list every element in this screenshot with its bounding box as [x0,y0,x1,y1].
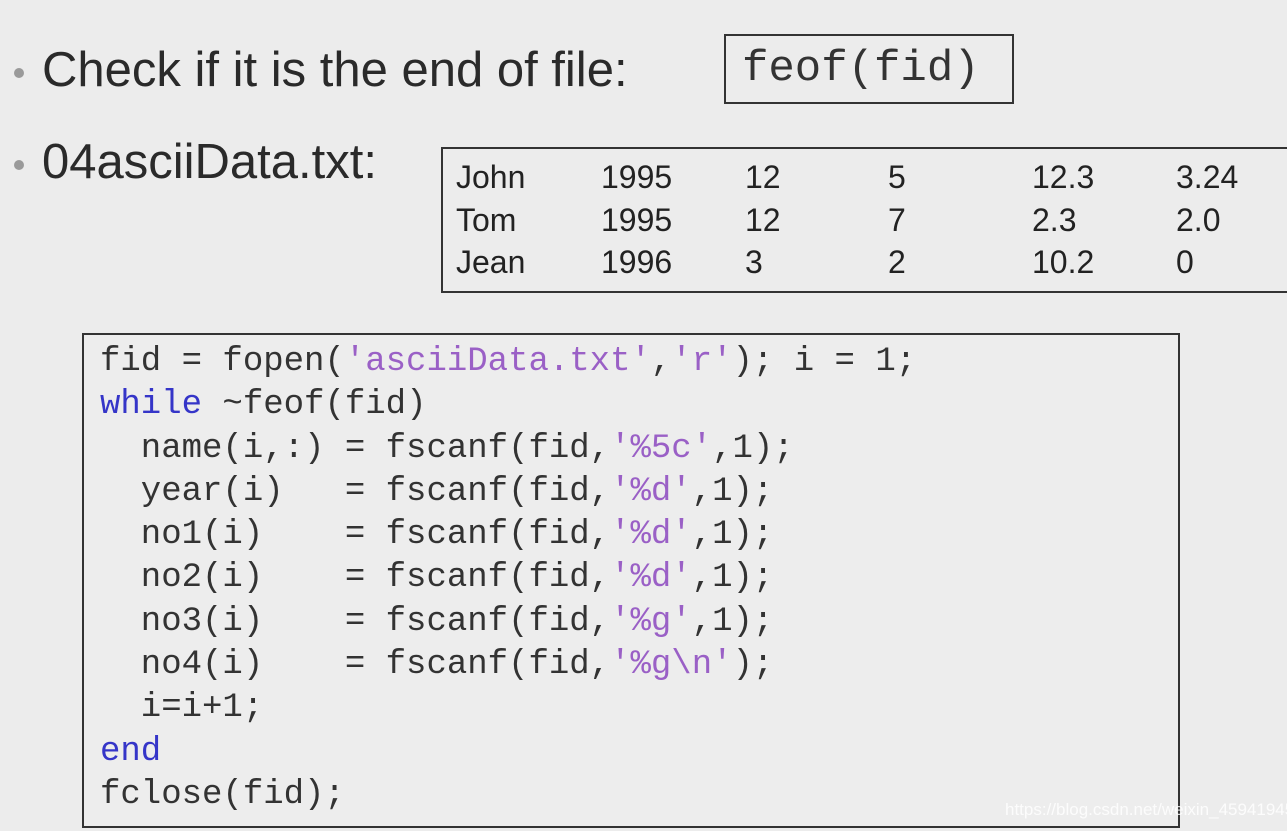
code-token: no3(i) = fscanf(fid, [100,602,611,641]
code-token: year(i) = fscanf(fid, [100,472,611,511]
code-token: no4(i) = fscanf(fid, [100,646,611,685]
code-line: no2(i) = fscanf(fid,'%d',1); [100,557,916,600]
code-token: ,1); [691,516,774,555]
code-token: fclose(fid); [100,775,345,814]
table-cell: 7 [888,201,906,238]
table-cell: 2.0 [1176,201,1221,238]
code-token: ); i = 1; [732,343,917,381]
watermark: https://blog.csdn.net/weixin_45941945 [1005,800,1287,819]
table-cell: 1996 [601,244,673,280]
code-line: while ~feof(fid) [100,384,916,427]
code-line: no3(i) = fscanf(fid,'%g',1); [100,601,916,644]
code-string: '%g' [610,602,692,641]
code-token: no2(i) = fscanf(fid, [100,559,611,598]
code-line: year(i) = fscanf(fid,'%d',1); [100,471,916,514]
bullet-eof-heading: Check if it is the end of file: [42,43,628,97]
code-string: '%d' [610,516,692,555]
code-token: ,1); [691,472,774,511]
code-token: i=i+1; [100,689,264,728]
code-keyword: end [100,732,162,771]
table-cell: John [456,159,526,195]
bullet-dot [14,68,24,78]
code-line: no1(i) = fscanf(fid,'%d',1); [100,514,916,557]
code-token: , [650,343,672,381]
code-token: no1(i) = fscanf(fid, [100,516,611,555]
table-cell: 1995 [601,159,673,195]
code-string: '%g\n' [610,646,733,685]
code-token: ~feof(fid) [202,386,427,425]
table-cell: Jean [456,244,526,280]
code-token: fid = fopen( [100,343,345,381]
bullet-dot [14,160,24,170]
code-token: ,1); [712,429,794,468]
code-token: ,1); [691,602,774,641]
table-cell: Tom [456,201,517,238]
code-line: fid = fopen('asciiData.txt','r'); i = 1; [100,341,916,384]
table-cell: 0 [1176,244,1194,280]
code-text: fid = fopen('asciiData.txt','r'); i = 1;… [100,341,916,817]
code-line: no4(i) = fscanf(fid,'%g\n'); [100,644,916,687]
code-line: fclose(fid); [100,774,916,817]
table-cell: 2.3 [1032,201,1077,238]
table-cell: 12 [745,201,781,238]
code-token: ,1); [691,559,774,598]
code-line: end [100,731,916,774]
table-cell: 10.2 [1032,244,1095,280]
code-keyword: while [100,386,203,425]
code-listing: fid = fopen('asciiData.txt','r'); i = 1;… [82,333,1180,828]
table-cell: 3 [745,244,763,280]
code-token: name(i,:) = fscanf(fid, [100,429,611,468]
code-string: '%5c' [610,429,713,468]
code-string: '%d' [610,559,692,598]
table-cell: 5 [888,159,906,195]
code-token: ); [732,646,774,685]
table-cell: 1995 [601,201,673,238]
bullet-datafile-heading: 04asciiData.txt: [42,135,377,189]
code-line: name(i,:) = fscanf(fid,'%5c',1); [100,428,916,471]
table-cell: 12 [745,159,781,195]
feof-code-box: feof(fid) [724,34,1014,104]
table-cell: 2 [888,244,906,280]
code-line: i=i+1; [100,687,916,730]
table-cell: 12.3 [1032,159,1095,195]
data-file-table: John 1995 12 5 12.3 3.24 Tom 1995 12 7 2.3 2.0 Jean 1… [441,147,1287,293]
code-string: 'r' [671,343,733,381]
code-string: 'asciiData.txt' [344,343,651,381]
table-cell: 3.24 [1176,159,1239,195]
code-string: '%d' [610,472,692,511]
